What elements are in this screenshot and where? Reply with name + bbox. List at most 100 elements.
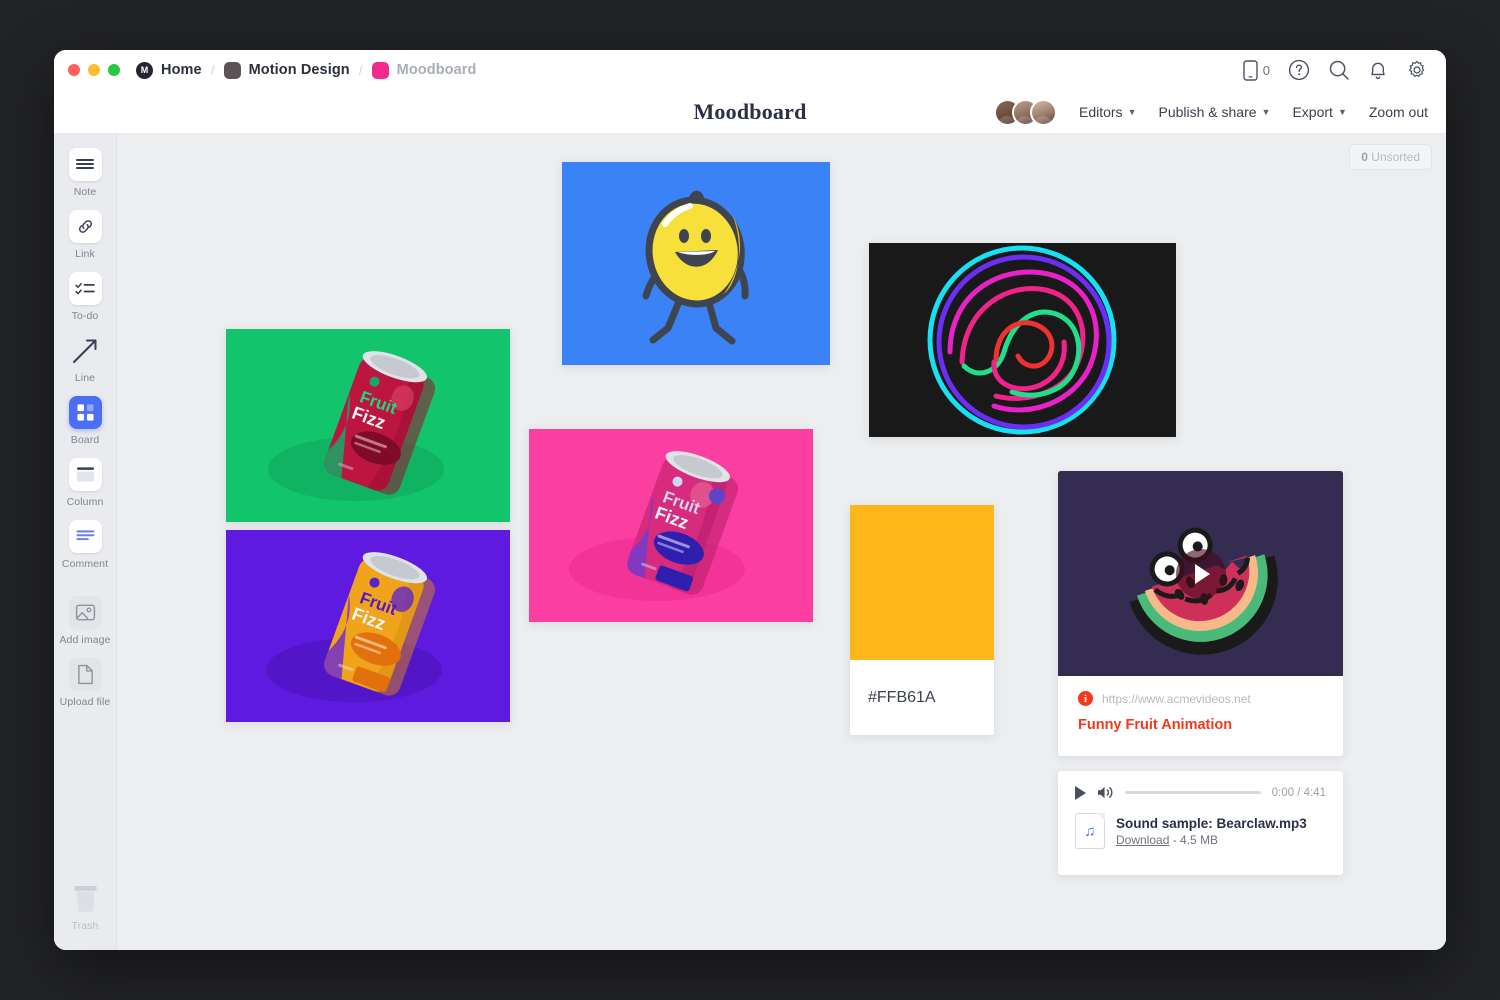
video-link-card[interactable]: i https://www.acmevideos.net Funny Fruit… (1058, 471, 1343, 756)
titlebar-actions: 0 (1243, 59, 1428, 81)
fruit-fizz-pink-can-card[interactable]: Fruit Fizz (529, 429, 813, 622)
sidebar-item-label: Upload file (59, 696, 111, 708)
breadcrumb-separator: / (358, 62, 363, 78)
zoom-label: Zoom out (1368, 104, 1428, 120)
mobile-preview-button[interactable]: 0 (1243, 59, 1270, 81)
video-metadata: i https://www.acmevideos.net Funny Fruit… (1058, 676, 1343, 733)
help-icon (1288, 59, 1310, 81)
play-button[interactable] (1175, 548, 1226, 599)
todo-icon (74, 283, 95, 295)
sidebar-item-upload-file[interactable]: Upload file (54, 658, 117, 708)
mobile-preview-count: 0 (1262, 62, 1270, 78)
audio-time: 0:00 / 4:41 (1271, 786, 1326, 799)
audio-file-size: - 4.5 MB (1172, 832, 1219, 847)
volume-button[interactable] (1097, 785, 1114, 800)
sidebar-item-trash[interactable]: Trash (54, 882, 117, 932)
notifications-bell-icon (1371, 62, 1385, 80)
search-button[interactable] (1328, 59, 1350, 81)
video-thumbnail[interactable] (1058, 471, 1343, 676)
color-swatch-hex: #FFB61A (868, 688, 936, 706)
info-icon: i (1078, 691, 1093, 706)
publish-label: Publish & share (1158, 104, 1257, 120)
link-icon (78, 220, 92, 233)
neon-spiral-card[interactable] (869, 243, 1176, 437)
maximize-window-button[interactable] (108, 64, 120, 76)
window-controls[interactable] (68, 64, 120, 76)
audio-file-name: Sound sample: Bearclaw.mp3 (1116, 815, 1307, 831)
sidebar-item-link[interactable]: Link (54, 210, 117, 260)
board-canvas[interactable]: 0 Unsorted Fruit Fizz Fruit Fizz Fruit F… (117, 134, 1446, 950)
sidebar-item-label: Add image (59, 634, 111, 646)
fruit-fizz-pink-can-image: Fruit Fizz (529, 429, 813, 622)
sidebar-item-label: Link (75, 248, 95, 260)
notifications-button[interactable] (1368, 59, 1388, 81)
fruit-fizz-orange-can-card[interactable]: Fruit Fizz (226, 530, 510, 722)
color-swatch-fill (850, 505, 994, 660)
audio-progress-bar[interactable] (1125, 791, 1261, 794)
column-icon (76, 467, 94, 482)
settings-button[interactable] (1406, 59, 1428, 81)
line-tool-box[interactable] (69, 334, 102, 367)
sidebar-item-board[interactable]: Board (54, 396, 117, 446)
breadcrumb-label: Home (161, 62, 202, 78)
lemon-character-image (562, 162, 830, 365)
tools-sidebar: Note Link To-do Line Board Column Commen… (54, 134, 117, 950)
sidebar-item-comment[interactable]: Comment (54, 520, 117, 570)
lemon-character-card[interactable] (562, 162, 830, 365)
board-tool-box[interactable] (68, 396, 102, 429)
audio-file-card[interactable]: 0:00 / 4:41 ♫ Sound sample: Bearclaw.mp3… (1058, 771, 1343, 875)
sidebar-item-add-image[interactable]: Add image (54, 596, 117, 646)
export-label: Export (1292, 104, 1333, 120)
search-icon (1329, 60, 1349, 80)
audio-play-button[interactable] (1075, 785, 1086, 800)
zoom-out-button[interactable]: Zoom out (1369, 104, 1428, 120)
audio-player[interactable]: 0:00 / 4:41 (1075, 785, 1326, 800)
note-icon (76, 158, 94, 169)
sidebar-item-todo[interactable]: To-do (54, 272, 117, 322)
avatar[interactable] (1029, 98, 1057, 126)
fruit-fizz-red-can-card[interactable]: Fruit Fizz (226, 329, 510, 522)
editors-menu-button[interactable]: Editors ▼ (1079, 104, 1137, 120)
app-logo-icon: M (136, 61, 153, 79)
upload-file-tool-box[interactable] (68, 658, 102, 691)
publish-share-menu-button[interactable]: Publish & share ▼ (1158, 104, 1270, 120)
sidebar-item-column[interactable]: Column (54, 458, 117, 508)
export-menu-button[interactable]: Export ▼ (1292, 104, 1346, 120)
breadcrumb-separator: / (210, 62, 215, 78)
sidebar-item-label: Note (73, 186, 97, 198)
sidebar-item-line[interactable]: Line (54, 334, 117, 384)
line-arrow-icon (73, 339, 97, 363)
sidebar-item-label: Trash (71, 920, 99, 932)
note-tool-box[interactable] (68, 148, 102, 181)
column-tool-box[interactable] (68, 458, 102, 491)
header-actions: Editors ▼ Publish & share ▼ Export ▼ Zoo… (993, 98, 1428, 126)
sidebar-item-note[interactable]: Note (54, 148, 117, 198)
video-url: https://www.acmevideos.net (1102, 691, 1251, 706)
breadcrumb-item-motion-design[interactable]: Motion Design (223, 61, 350, 79)
comment-tool-box[interactable] (68, 520, 102, 553)
mobile-preview-icon (1243, 59, 1258, 81)
trash-tool-box[interactable] (69, 882, 102, 915)
add-image-tool-box[interactable] (68, 596, 102, 629)
volume-icon (1098, 786, 1113, 799)
chevron-down-icon: ▼ (1127, 106, 1137, 117)
video-title[interactable]: Funny Fruit Animation (1078, 717, 1323, 733)
play-icon (1195, 563, 1210, 584)
page-chip-icon (371, 61, 389, 79)
audio-file-icon: ♫ (1075, 813, 1105, 849)
todo-tool-box[interactable] (68, 272, 102, 305)
breadcrumb-item-home[interactable]: M Home (136, 61, 202, 79)
unsorted-badge[interactable]: 0 Unsorted (1349, 144, 1432, 170)
minimize-window-button[interactable] (88, 64, 100, 76)
color-swatch-card[interactable]: #FFB61A (850, 505, 994, 735)
download-link[interactable]: Download (1116, 833, 1169, 847)
audio-file-row: ♫ Sound sample: Bearclaw.mp3 Download - … (1075, 813, 1326, 849)
help-button[interactable] (1288, 59, 1310, 81)
breadcrumb-item-moodboard[interactable]: Moodboard (371, 61, 477, 79)
editor-avatars[interactable] (993, 98, 1057, 126)
video-url-row[interactable]: i https://www.acmevideos.net (1078, 691, 1323, 706)
close-window-button[interactable] (68, 64, 80, 76)
link-tool-box[interactable] (68, 210, 102, 243)
comment-icon (76, 530, 94, 541)
app-body: Note Link To-do Line Board Column Commen… (54, 134, 1446, 950)
